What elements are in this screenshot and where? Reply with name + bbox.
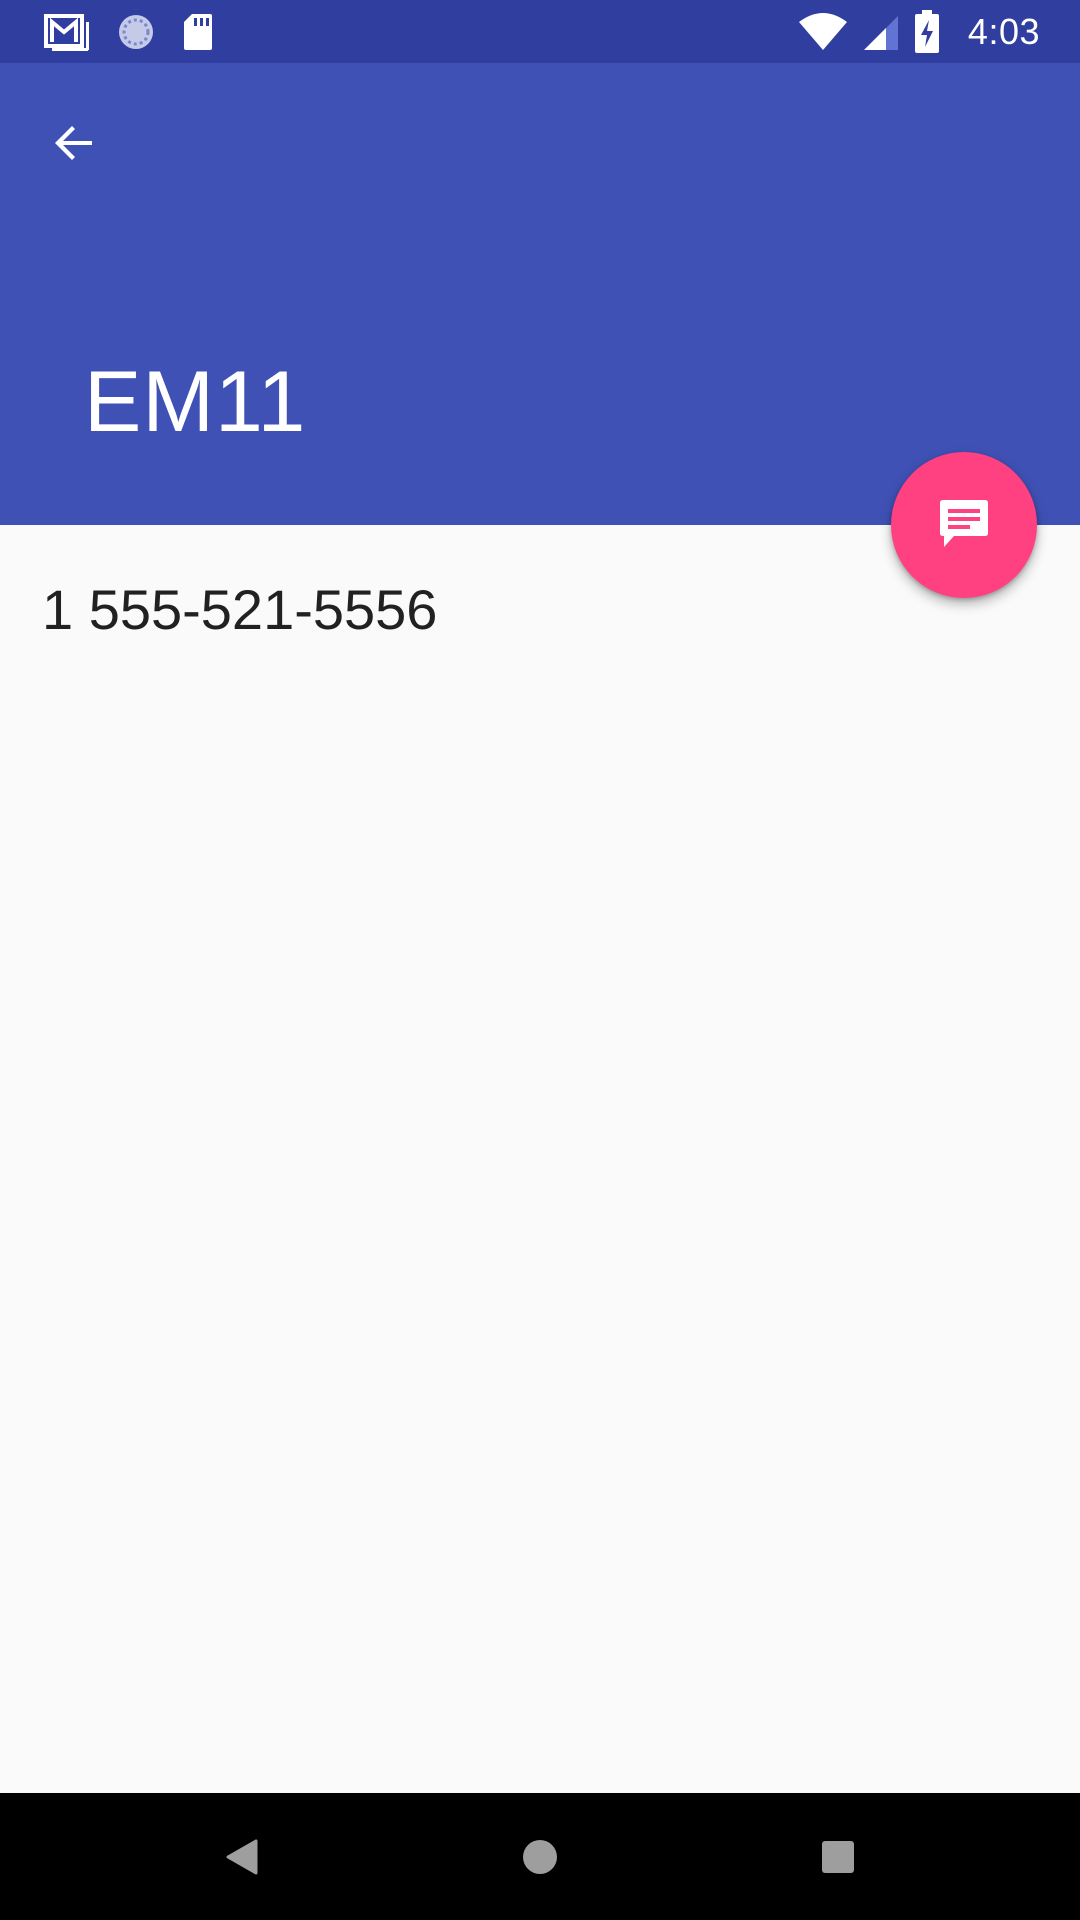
cell-signal-icon xyxy=(862,12,900,52)
nav-recents-button[interactable] xyxy=(808,1827,868,1887)
sd-card-icon xyxy=(182,12,214,52)
status-time: 4:03 xyxy=(967,11,1040,52)
gmail-icon xyxy=(44,12,90,52)
recents-square-icon xyxy=(818,1837,858,1877)
back-triangle-icon xyxy=(222,1837,262,1877)
app-bar: EM11 xyxy=(0,63,1080,525)
nav-home-button[interactable] xyxy=(510,1827,570,1887)
wifi-icon xyxy=(798,12,848,52)
status-bar: 4:03 xyxy=(0,0,1080,63)
sync-icon xyxy=(116,12,156,52)
contact-details: 1 555-521-5556 xyxy=(0,525,1080,1793)
screen: 4:03 EM11 1 555-521-5556 xyxy=(0,0,1080,1920)
arrow-back-icon xyxy=(50,119,98,167)
back-button[interactable] xyxy=(34,103,114,183)
battery-charging-icon xyxy=(914,10,940,54)
contact-name-title: EM11 xyxy=(84,354,307,450)
phone-number[interactable]: 1 555-521-5556 xyxy=(42,577,437,642)
status-bar-left xyxy=(44,12,214,52)
status-bar-right: 4:03 xyxy=(798,8,1040,56)
home-circle-icon xyxy=(520,1837,560,1877)
navigation-bar xyxy=(0,1793,1080,1920)
nav-back-button[interactable] xyxy=(212,1827,272,1887)
